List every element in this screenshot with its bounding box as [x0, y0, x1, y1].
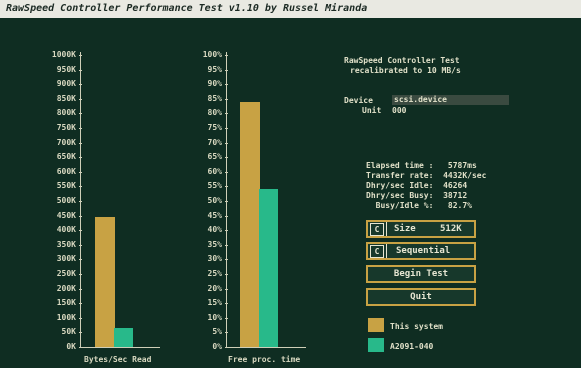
sequential-label: Sequential [396, 246, 451, 256]
proc-axis-tick-label: 20% [207, 283, 222, 293]
proc-axis-line [226, 52, 227, 348]
proc-axis-label: Free proc. time [228, 355, 301, 364]
size-divider [386, 222, 387, 236]
begin-test-button[interactable]: Begin Test [366, 265, 476, 283]
bytes-axis-tick-label: 350K [56, 239, 76, 249]
bytes-bar-a2091 [114, 328, 133, 347]
stat-ratio: Busy/Idle %: 82.7% [366, 201, 472, 210]
bytes-bar-this-system [95, 217, 115, 347]
size-value: 512K [440, 224, 462, 234]
bytes-axis-tick-label: 200K [56, 283, 76, 293]
bytes-axis-label: Bytes/Sec Read [84, 355, 152, 364]
device-field[interactable]: scsi.device [392, 95, 509, 105]
legend-swatch-this-system [368, 318, 384, 332]
window-title: RawSpeed Controller Performance Test v1.… [6, 3, 368, 14]
proc-axis-baseline [226, 347, 306, 348]
proc-axis-tick-label: 0% [212, 342, 222, 351]
bytes-axis-tick-label: 550K [56, 181, 76, 191]
legend-label-a2091: A2091-040 [390, 342, 434, 351]
bytes-axis-tick-label: 750K [56, 123, 76, 132]
bytes-axis-tick-label: 450K [56, 210, 76, 220]
stat-idle: Dhry/sec Idle: 46264 [366, 181, 468, 190]
device-label: Device [344, 96, 373, 105]
unit-label: Unit [362, 106, 382, 115]
title-bar[interactable]: RawSpeed Controller Performance Test v1.… [0, 0, 581, 18]
bytes-axis-tick-label: 150K [56, 298, 76, 308]
unit-field[interactable]: 000 [392, 106, 406, 116]
proc-axis-tick-label: 90% [207, 79, 222, 89]
bytes-axis-tick-label: 800K [56, 108, 76, 118]
quit-button[interactable]: Quit [366, 288, 476, 306]
size-button[interactable]: C Size 512K [366, 220, 476, 238]
bytes-axis-tick-label: 100K [56, 312, 76, 322]
proc-axis-tick-label: 10% [207, 312, 222, 322]
proc-bar-a2091 [259, 189, 278, 347]
bytes-axis-baseline [80, 347, 160, 348]
app-screen: RawSpeed Controller Performance Test v1.… [0, 0, 581, 368]
size-label: Size [394, 224, 416, 234]
bytes-axis-tick-label: 500K [56, 196, 76, 205]
bytes-axis-tick-label: 300K [56, 254, 76, 264]
proc-axis-tick-label: 60% [207, 166, 222, 176]
sequential-check-icon: C [370, 245, 384, 258]
bytes-axis-tick-label: 650K [56, 152, 76, 162]
proc-axis-tick-label: 40% [207, 225, 222, 235]
proc-axis-tick-label: 85% [207, 93, 222, 103]
bytes-axis-line [80, 52, 81, 348]
bytes-axis-tick-label: 950K [56, 64, 76, 74]
bytes-axis-tick-label: 0K [66, 342, 76, 351]
legend-swatch-a2091 [368, 338, 384, 352]
proc-bar-this-system [240, 101, 260, 347]
sequential-button[interactable]: C Sequential [366, 242, 476, 260]
proc-axis-tick-label: 25% [207, 269, 222, 278]
proc-axis-tick-label: 5% [212, 327, 222, 337]
stat-elapsed: Elapsed time : 5787ms [366, 161, 477, 170]
stat-transfer: Transfer rate: 4432K/sec [366, 171, 487, 180]
bytes-axis-tick-label: 700K [56, 137, 76, 147]
bytes-axis-tick-label: 850K [56, 93, 76, 103]
bytes-axis-tick-label: 50K [61, 327, 76, 337]
proc-axis-tick-label: 35% [207, 239, 222, 249]
sequential-divider [386, 244, 387, 258]
proc-axis-tick-label: 50% [207, 196, 222, 205]
proc-axis-tick-label: 45% [207, 210, 222, 220]
bytes-axis-tick-label: 400K [56, 225, 76, 235]
bytes-axis-tick-label: 250K [56, 269, 76, 278]
proc-axis-tick-label: 15% [207, 298, 222, 308]
size-check-icon: C [370, 223, 384, 236]
proc-axis-tick-label: 65% [207, 152, 222, 162]
proc-axis-tick-label: 70% [207, 137, 222, 147]
proc-axis-tick-label: 80% [207, 108, 222, 118]
bytes-axis-tick-label: 900K [56, 79, 76, 89]
bytes-axis-tick-label: 1000K [51, 50, 76, 59]
legend-label-this-system: This system [390, 322, 443, 331]
header-line1: RawSpeed Controller Test [344, 56, 460, 65]
proc-axis-tick-label: 75% [207, 123, 222, 132]
proc-axis-tick-label: 30% [207, 254, 222, 264]
proc-axis-tick-label: 55% [207, 181, 222, 191]
proc-axis-tick-label: 95% [207, 64, 222, 74]
proc-axis-tick-label: 100% [202, 50, 222, 59]
bytes-axis-tick-label: 600K [56, 166, 76, 176]
stat-busy: Dhry/sec Busy: 38712 [366, 191, 468, 200]
header-line2: recalibrated to 10 MB/s [350, 66, 461, 75]
